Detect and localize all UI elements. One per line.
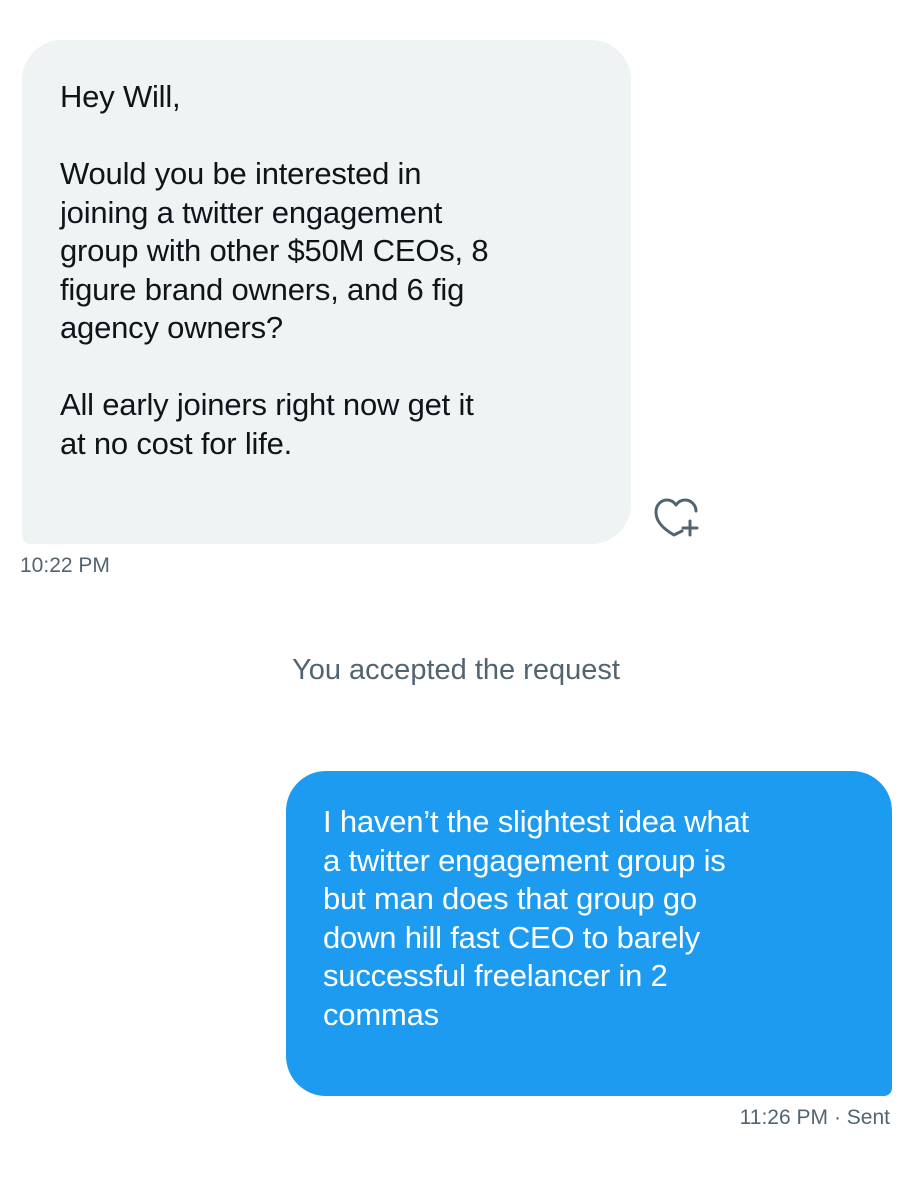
message-line: Hey Will, bbox=[60, 79, 181, 114]
message-paragraph: Would you be interested in joining a twi… bbox=[60, 155, 597, 348]
message-line: but man does that group go bbox=[323, 881, 697, 916]
message-paragraph: All early joiners right now get it at no… bbox=[60, 386, 597, 463]
outgoing-timestamp: 11:26 PM bbox=[739, 1106, 828, 1129]
incoming-timestamp: 10:22 PM bbox=[20, 554, 110, 577]
message-line: All early joiners right now get it bbox=[60, 387, 474, 422]
incoming-message-bubble[interactable]: Hey Will, Would you be interested in joi… bbox=[22, 40, 631, 544]
message-line: figure brand owners, and 6 fig bbox=[60, 271, 465, 307]
message-line: joining a twitter engagement bbox=[60, 194, 443, 230]
message-paragraph: Hey Will, bbox=[60, 78, 597, 117]
message-line: group with other $50M CEOs, 8 bbox=[60, 233, 489, 268]
message-line: down hill fast CEO to barely bbox=[323, 919, 700, 955]
message-line: I haven’t the slightest idea what bbox=[323, 804, 749, 839]
outgoing-meta: 11:26 PM · Sent bbox=[740, 1106, 890, 1130]
sent-status: · Sent bbox=[833, 1106, 890, 1129]
message-line: Would you be interested in bbox=[60, 156, 422, 191]
outgoing-message-bubble[interactable]: I haven’t the slightest idea what a twit… bbox=[286, 771, 892, 1096]
message-line: at no cost for life. bbox=[60, 425, 293, 461]
message-line: a twitter engagement group is bbox=[323, 842, 726, 878]
message-line: agency owners? bbox=[60, 310, 283, 345]
message-line: successful freelancer in 2 bbox=[323, 958, 668, 993]
heart-plus-icon[interactable] bbox=[652, 494, 702, 540]
request-accepted-note: You accepted the request bbox=[292, 654, 620, 686]
message-line: commas bbox=[323, 996, 439, 1032]
